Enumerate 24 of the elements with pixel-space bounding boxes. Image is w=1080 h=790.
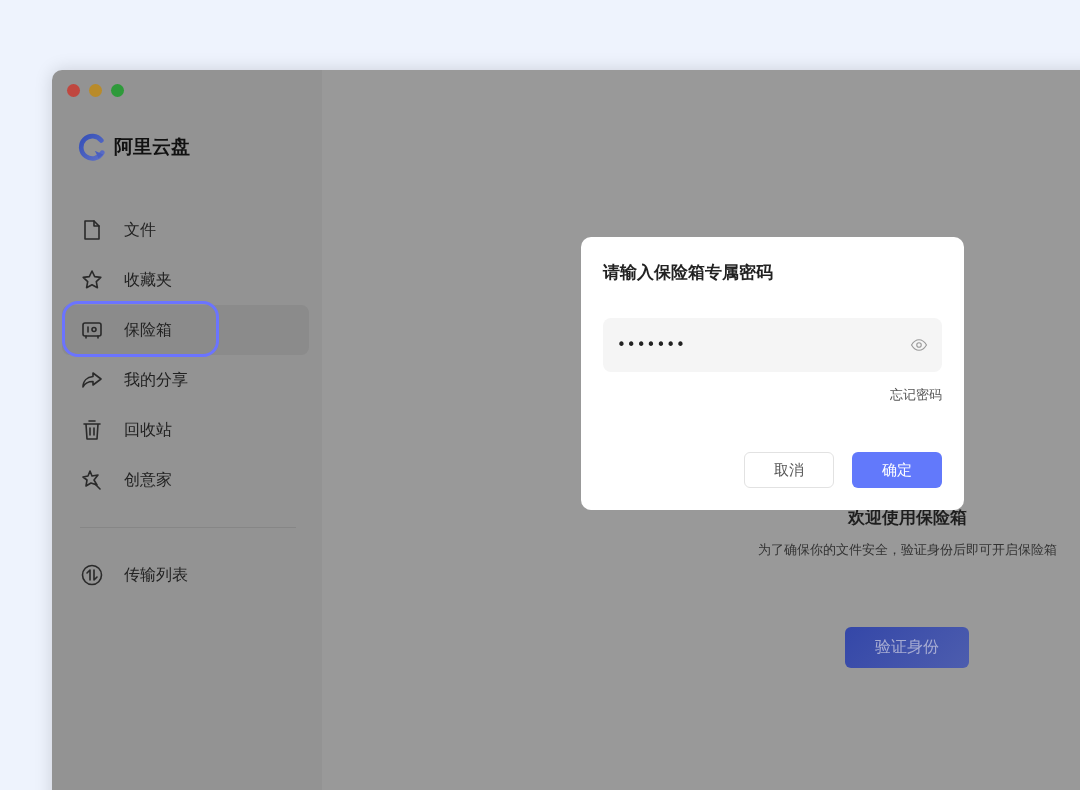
- close-button[interactable]: [67, 84, 80, 97]
- welcome-subtitle: 为了确保你的文件安全，验证身份后即可开启保险箱: [757, 541, 1057, 559]
- sidebar-item[interactable]: 创意家: [62, 455, 309, 505]
- star-icon: [80, 268, 104, 292]
- cancel-button[interactable]: 取消: [744, 452, 834, 488]
- zoom-button[interactable]: [111, 84, 124, 97]
- minimize-button[interactable]: [89, 84, 102, 97]
- logo-icon: [78, 133, 106, 161]
- confirm-button[interactable]: 确定: [852, 452, 942, 488]
- trash-icon: [80, 418, 104, 442]
- sidebar-item[interactable]: 保险箱: [62, 305, 309, 355]
- sidebar-item[interactable]: 收藏夹: [62, 255, 309, 305]
- transfer-icon: [80, 563, 104, 587]
- sidebar-item[interactable]: 文件: [62, 205, 309, 255]
- welcome-title: 欢迎使用保险箱: [847, 506, 967, 529]
- dialog-title: 请输入保险箱专属密码: [603, 261, 774, 284]
- sidebar-item[interactable]: 传输列表: [62, 550, 309, 600]
- forgot-password-link[interactable]: 忘记密码: [890, 386, 942, 404]
- sidebar-item[interactable]: 我的分享: [62, 355, 309, 405]
- verify-button[interactable]: 验证身份: [845, 627, 969, 668]
- eye-icon[interactable]: [910, 336, 928, 354]
- app-name: 阿里云盘: [114, 134, 190, 159]
- sparkle-icon: [80, 468, 104, 492]
- sidebar-item[interactable]: 回收站: [62, 405, 309, 455]
